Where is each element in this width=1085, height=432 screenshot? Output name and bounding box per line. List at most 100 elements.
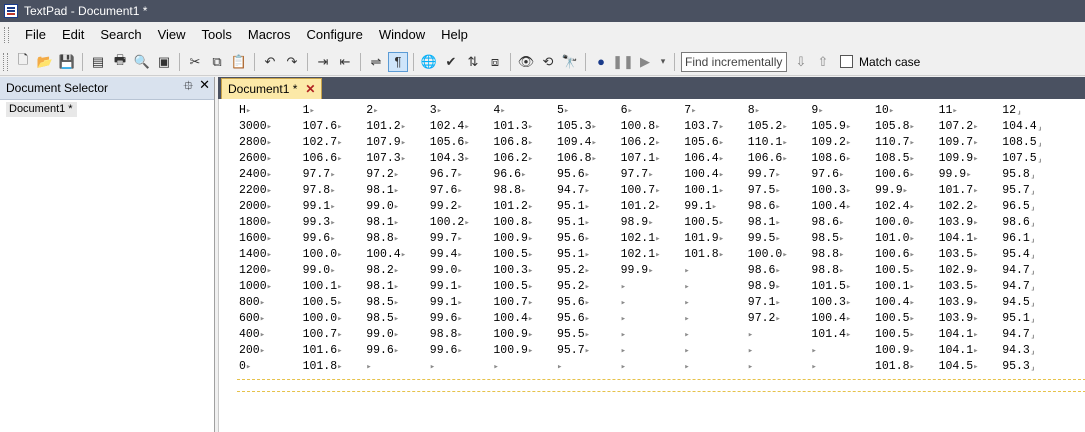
cell-value: 12 [1002, 104, 1016, 117]
find-replace-icon[interactable]: ⟲ [538, 52, 558, 72]
tab-mark: ▸ [655, 202, 661, 212]
document-list-item[interactable]: Document1 * [6, 102, 77, 117]
web-icon[interactable]: 🌐 [419, 52, 439, 72]
line-cell: 98.5▸ [366, 295, 399, 311]
menu-window[interactable]: Window [371, 22, 433, 48]
copy-icon[interactable]: ⧉ [207, 52, 227, 72]
tab-mark: ▸ [845, 202, 852, 212]
tab-mark: ▸ [527, 282, 534, 292]
line-cell: 95.7⸥ [1002, 183, 1036, 199]
tab-mark: ▸ [620, 362, 627, 372]
cell-value: 100.5 [875, 312, 910, 325]
sort-icon[interactable]: ⇅ [463, 52, 483, 72]
tab-mark: ▸ [782, 122, 788, 132]
find-incrementally-input[interactable] [681, 51, 787, 72]
print-preview-icon[interactable]: 🔍 [132, 52, 152, 72]
line-cell: 103.5▸ [939, 247, 979, 263]
undo-icon[interactable]: ↶ [260, 52, 280, 72]
line-cell: 98.6▸ [748, 199, 781, 215]
menu-grip[interactable] [4, 27, 9, 43]
cell-value: 99.3 [302, 216, 331, 229]
tab-mark: ▸ [718, 154, 725, 164]
tab-mark: ▸ [337, 362, 343, 372]
tab-mark: ▸ [563, 106, 570, 116]
open-icon[interactable]: 📂 [35, 52, 55, 72]
find-next-down-icon[interactable]: ⇩ [791, 52, 811, 72]
cell-value: 99.9 [620, 264, 649, 277]
play-macro-icon[interactable]: ▶ [635, 52, 655, 72]
save-all-icon[interactable]: ▤ [88, 52, 108, 72]
cell-value: 96.1 [1002, 232, 1030, 245]
pause-macro-icon[interactable]: ❚❚ [612, 52, 634, 72]
find-previous-up-icon[interactable]: ⇧ [813, 52, 833, 72]
menu-file[interactable]: File [17, 22, 54, 48]
cell-value: 99.1 [429, 280, 458, 293]
tab-mark: ▸ [648, 266, 654, 276]
print-icon[interactable]: 🖶 [110, 52, 130, 72]
line-cell: 101.2▸ [621, 199, 661, 215]
view-icon[interactable]: 👁 [516, 52, 536, 72]
line-cell: 97.7▸ [621, 167, 654, 183]
tab-mark: ▸ [909, 330, 915, 340]
textpad-app-icon[interactable] [4, 4, 18, 18]
cell-value: 108.5 [1002, 136, 1037, 149]
line-cell: 103.9▸ [939, 215, 979, 231]
text-editor[interactable]: H▸ 1▸ 2▸ 3▸ 4▸ 5▸ 6▸ 7▸ 8▸ 9▸ 10▸ 11▸ 12⸥ 3000▸ 107.6▸… [218, 99, 1085, 432]
new-icon[interactable]: 🗋 [13, 52, 33, 72]
save-icon[interactable]: 💾 [57, 52, 77, 72]
line-cell: 99.0▸ [366, 199, 399, 215]
cell-value: 95.7 [1002, 184, 1030, 197]
cell-value: 106.4 [684, 152, 719, 165]
menu-macros[interactable]: Macros [240, 22, 299, 48]
line-cell: 102.4▸ [430, 119, 470, 135]
show-symbols-icon[interactable]: ¶ [388, 51, 408, 72]
tab-mark: ▸ [245, 362, 252, 372]
redo-icon[interactable]: ↷ [282, 52, 302, 72]
line-cell: 110.1▸ [748, 135, 788, 151]
menu-view[interactable]: View [150, 22, 194, 48]
menu-tools[interactable]: Tools [194, 22, 240, 48]
match-case-checkbox[interactable] [840, 55, 853, 68]
line-cell: 99.1▸ [430, 295, 463, 311]
word-wrap-icon[interactable]: ⇌ [366, 52, 386, 72]
line-cell: 101.8▸ [684, 247, 724, 263]
cell-value: 96.6 [493, 168, 521, 181]
menu-edit[interactable]: Edit [54, 22, 92, 48]
tab-mark: ▸ [584, 266, 591, 276]
cell-value: 98.1 [366, 184, 394, 197]
tab-mark: ▸ [245, 106, 252, 116]
page-setup-icon[interactable]: ▣ [154, 52, 174, 72]
cell-value: 101.3 [493, 120, 528, 133]
cut-icon[interactable]: ✂ [185, 52, 205, 72]
close-icon[interactable]: ✕ [305, 82, 315, 96]
find-files-icon[interactable]: 🔭 [560, 52, 580, 72]
menu-configure[interactable]: Configure [299, 22, 371, 48]
close-icon[interactable]: ✕ [199, 77, 210, 99]
line-cell: 8▸ [748, 103, 760, 119]
spell-check-icon[interactable]: ✔ [441, 52, 461, 72]
record-macro-icon[interactable]: ● [591, 52, 611, 72]
tab-mark: ▸ [775, 234, 781, 244]
pin-icon[interactable]: ⯐ [183, 77, 193, 99]
paste-icon[interactable]: 📋 [229, 52, 249, 72]
cell-value: 11 [938, 104, 953, 117]
cell-value: 100.0 [302, 312, 338, 325]
cell-value: 100.5 [302, 296, 338, 309]
line-cell: 108.5⸥ [1002, 135, 1043, 151]
cell-value: 100.5 [493, 248, 528, 261]
indent-icon[interactable]: ⇥ [313, 52, 333, 72]
chevron-down-icon[interactable]: ▾ [657, 52, 669, 72]
toolbar-grip[interactable] [3, 52, 8, 71]
tab-mark: ▸ [973, 266, 979, 276]
menu-help[interactable]: Help [433, 22, 476, 48]
compare-icon[interactable]: ⧈ [485, 52, 505, 72]
line-cell: 99.0▸ [303, 263, 336, 279]
outdent-icon[interactable]: ⇤ [335, 52, 355, 72]
match-case-option[interactable]: Match case [840, 55, 920, 69]
line-cell: 95.2▸ [557, 263, 590, 279]
line-cell: 103.9▸ [939, 311, 979, 327]
cell-value: 99.0 [429, 264, 458, 277]
menu-search[interactable]: Search [92, 22, 149, 48]
cell-value: 110.1 [747, 136, 783, 149]
tab-document1[interactable]: Document1 * ✕ [221, 78, 323, 99]
